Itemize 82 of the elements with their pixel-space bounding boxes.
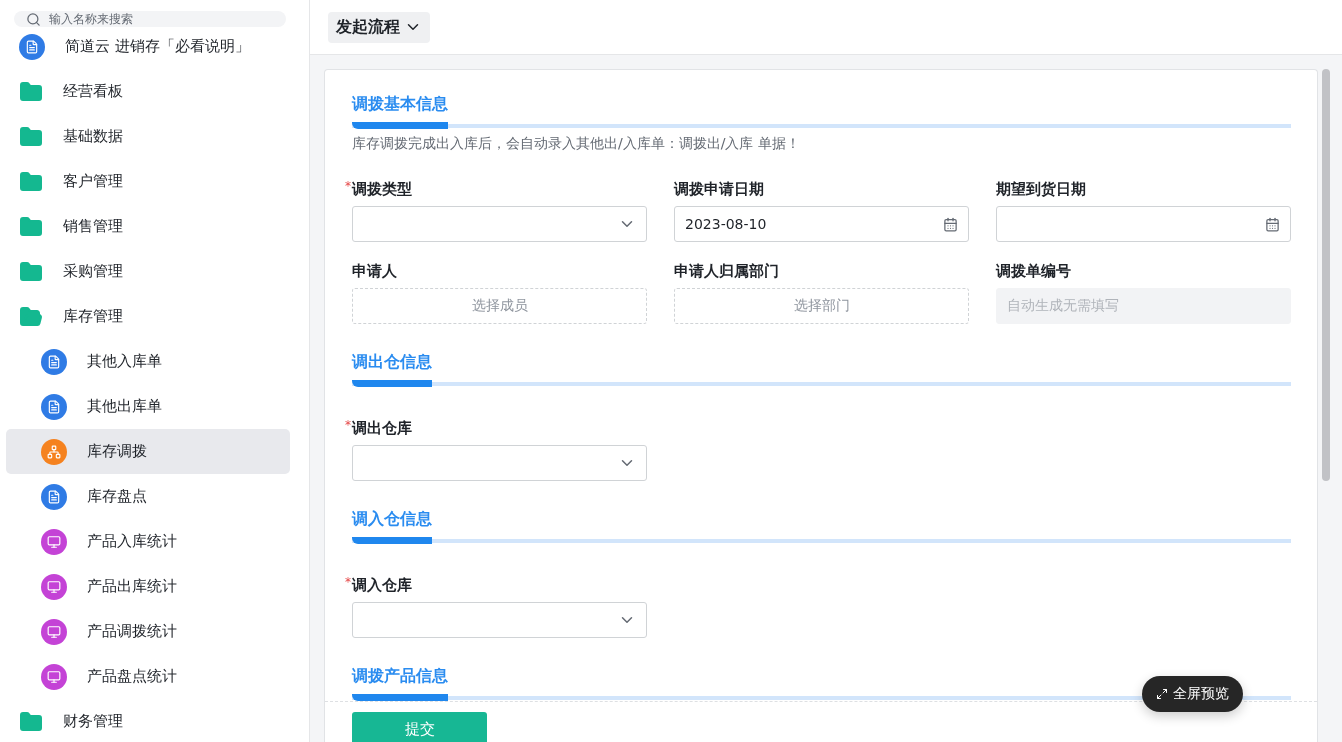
folder-icon <box>19 124 43 149</box>
sidebar-item-label: 客户管理 <box>63 172 123 191</box>
sidebar-item-label: 其他入库单 <box>87 352 162 371</box>
search-field[interactable]: 输入名称来搜索 <box>14 11 286 27</box>
folder-icon <box>19 169 43 194</box>
date-field[interactable] <box>996 206 1291 242</box>
readonly-placeholder: 自动生成无需填写 <box>1007 297 1119 315</box>
sidebar-item[interactable]: 财务管理 <box>6 699 290 742</box>
sidebar-item-label: 基础数据 <box>63 127 123 146</box>
monitor-chart-icon <box>41 573 67 600</box>
sidebar-item[interactable]: 客户管理 <box>6 159 290 204</box>
calendar-icon <box>943 216 958 232</box>
search-input[interactable]: 输入名称来搜索 <box>47 11 274 27</box>
fullscreen-preview-button[interactable]: 全屏预览 <box>1142 676 1243 712</box>
document-icon <box>41 348 67 375</box>
sidebar-item[interactable]: 产品盘点统计 <box>6 654 290 699</box>
field-label: 期望到货日期 <box>996 179 1086 199</box>
sidebar-item-label: 采购管理 <box>63 262 123 281</box>
section-title: 调入仓信息 <box>352 509 432 544</box>
folder-icon <box>19 709 43 734</box>
section-title: 调出仓信息 <box>352 352 432 387</box>
document-icon <box>41 483 67 510</box>
sidebar-item-label: 财务管理 <box>63 712 123 731</box>
field-label: 调拨申请日期 <box>674 179 764 199</box>
monitor-chart-icon <box>41 528 67 555</box>
sidebar-item[interactable]: 其他入库单 <box>6 339 290 384</box>
search-icon <box>26 11 41 27</box>
sidebar-item[interactable]: 库存盘点 <box>6 474 290 519</box>
sidebar-item-label: 库存盘点 <box>87 487 147 506</box>
sidebar-item-label: 简道云 进销存「必看说明」 <box>65 37 250 56</box>
field-label: 调入仓库 <box>352 575 412 595</box>
document-icon <box>41 393 67 420</box>
section-title: 调拨基本信息 <box>352 94 448 129</box>
folder-icon <box>19 214 43 239</box>
expand-icon <box>1156 688 1168 700</box>
field-label: 调出仓库 <box>352 418 412 438</box>
sidebar-item[interactable]: 销售管理 <box>6 204 290 249</box>
sidebar-item[interactable]: 经营看板 <box>6 69 290 114</box>
sidebar-item-label: 销售管理 <box>63 217 123 236</box>
select-field[interactable] <box>352 602 647 638</box>
scrollbar[interactable] <box>1322 69 1330 481</box>
field-label: 调拨单编号 <box>996 261 1071 281</box>
sidebar-item[interactable]: 产品入库统计 <box>6 519 290 564</box>
sidebar-item-label: 其他出库单 <box>87 397 162 416</box>
folder-icon <box>19 259 43 284</box>
document-icon <box>19 33 45 60</box>
sidebar-item-label: 产品盘点统计 <box>87 667 177 686</box>
start-process-menu[interactable]: 发起流程 <box>328 11 430 43</box>
sidebar-item-label: 产品调拨统计 <box>87 622 177 641</box>
select-field[interactable] <box>352 445 647 481</box>
section-note: 库存调拨完成出入库后，会自动录入其他出/入库单：调拨出/入库 单据！ <box>352 135 801 153</box>
sidebar-item[interactable]: 库存调拨 <box>6 429 290 474</box>
date-field[interactable]: 2023-08-10 <box>674 206 969 242</box>
required-mark: * <box>345 418 352 432</box>
folder-icon <box>19 304 43 329</box>
sidebar-item[interactable]: 其他出库单 <box>6 384 290 429</box>
sidebar-item[interactable]: 库存管理 <box>6 294 290 339</box>
sidebar-item-label: 经营看板 <box>63 82 123 101</box>
picker-placeholder: 选择成员 <box>471 297 528 315</box>
sidebar-item[interactable]: 基础数据 <box>6 114 290 159</box>
monitor-chart-icon <box>41 663 67 690</box>
sidebar-item-label: 库存管理 <box>63 307 123 326</box>
calendar-icon <box>1265 216 1280 232</box>
sidebar-item[interactable]: 产品调拨统计 <box>6 609 290 654</box>
field-label: 调拨类型 <box>352 179 412 199</box>
required-mark: * <box>345 575 352 589</box>
sidebar-item-label: 产品出库统计 <box>87 577 177 596</box>
sidebar-item[interactable]: 简道云 进销存「必看说明」 <box>6 24 290 69</box>
sidebar-item[interactable]: 采购管理 <box>6 249 290 294</box>
required-mark: * <box>345 179 352 193</box>
sidebar-item-label: 库存调拨 <box>87 442 147 461</box>
folder-icon <box>19 79 43 104</box>
sidebar-item-label: 产品入库统计 <box>87 532 177 551</box>
field-label: 申请人归属部门 <box>674 261 779 281</box>
field-label: 申请人 <box>352 261 397 281</box>
date-value: 2023-08-10 <box>685 216 767 232</box>
picker-placeholder: 选择部门 <box>793 297 850 315</box>
section-title: 调拨产品信息 <box>352 666 448 701</box>
sidebar-item[interactable]: 产品出库统计 <box>6 564 290 609</box>
select-field[interactable] <box>352 206 647 242</box>
monitor-chart-icon <box>41 618 67 645</box>
hierarchy-icon <box>41 438 67 465</box>
